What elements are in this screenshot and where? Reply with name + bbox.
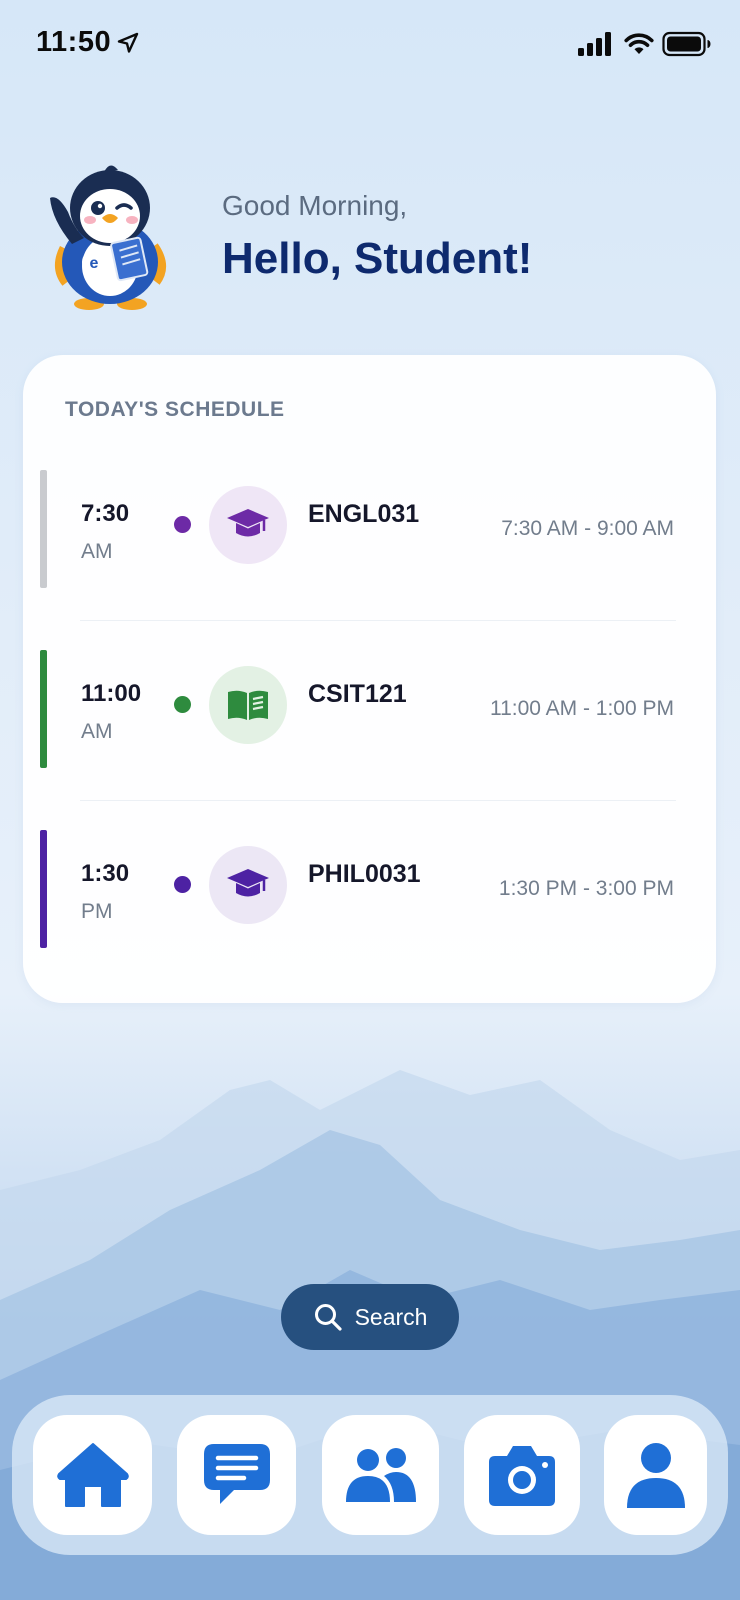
- camera-icon: [489, 1446, 555, 1506]
- wifi-icon: [624, 33, 654, 54]
- home-icon: [56, 1443, 129, 1507]
- status-dot: [174, 876, 191, 893]
- search-icon: [314, 1304, 342, 1331]
- course-icon-badge: [209, 486, 287, 564]
- schedule-item-time: 7:30: [81, 500, 130, 527]
- schedule-item-time: 11:00: [81, 680, 142, 707]
- schedule-title: TODAY'S SCHEDULE: [65, 398, 285, 421]
- schedule-item-range: 1:30 PM - 3:00 PM: [498, 877, 674, 900]
- status-bar: 11:50: [0, 0, 740, 90]
- schedule-item-accent-bar: [40, 650, 47, 768]
- status-time: 11:50: [36, 26, 112, 58]
- tab-people[interactable]: [322, 1415, 439, 1535]
- svg-text:e: e: [90, 255, 99, 272]
- people-icon: [345, 1448, 416, 1502]
- graduation-cap-icon: [227, 869, 269, 897]
- schedule-item-accent-bar: [40, 830, 47, 948]
- schedule-item-range: 7:30 AM - 9:00 AM: [501, 517, 674, 540]
- schedule-item-range: 11:00 AM - 1:00 PM: [489, 697, 674, 720]
- course-icon-badge: [209, 666, 287, 744]
- course-icon-badge: [209, 846, 287, 924]
- schedule-item-course: ENGL031: [308, 500, 420, 528]
- schedule-item-phil0031[interactable]: 1:30 PM PHIL0031 1:30 PM - 3:00 PM: [23, 830, 716, 948]
- schedule-item-csit121[interactable]: 11:00 AM CSIT121 11:00 AM - 1:00 PM: [23, 650, 716, 768]
- schedule-item-course: PHIL0031: [308, 860, 421, 888]
- greeting-subtitle: Good Morning,: [222, 190, 408, 221]
- open-book-icon: [228, 690, 268, 720]
- cellular-signal-icon: [578, 32, 611, 56]
- divider: [80, 620, 676, 621]
- profile-icon: [626, 1443, 685, 1508]
- schedule-item-course: CSIT121: [308, 680, 407, 708]
- tab-home[interactable]: [33, 1415, 152, 1535]
- schedule-item-period: AM: [81, 720, 113, 743]
- status-dot: [174, 516, 191, 533]
- chat-icon: [203, 1444, 270, 1504]
- search-label: Search: [354, 1303, 428, 1330]
- tab-camera[interactable]: [464, 1415, 580, 1535]
- location-arrow-icon: [117, 32, 139, 53]
- search-button[interactable]: Search: [281, 1284, 459, 1350]
- battery-icon: [662, 31, 711, 57]
- tab-profile[interactable]: [604, 1415, 707, 1535]
- schedule-item-accent-bar: [40, 470, 47, 588]
- schedule-item-time: 1:30: [81, 860, 130, 887]
- divider: [80, 800, 676, 801]
- status-dot: [174, 696, 191, 713]
- penguin-mascot-icon: e: [50, 165, 166, 310]
- tab-chat[interactable]: [177, 1415, 296, 1535]
- schedule-card: TODAY'S SCHEDULE 7:30 AM ENGL031 7:30 AM…: [23, 355, 716, 1003]
- tab-bar: [12, 1395, 728, 1555]
- schedule-item-period: AM: [81, 540, 113, 563]
- graduation-cap-icon: [227, 509, 269, 537]
- schedule-item-engl031[interactable]: 7:30 AM ENGL031 7:30 AM - 9:00 AM: [23, 470, 716, 588]
- greeting-title: Hello, Student!: [222, 234, 533, 283]
- schedule-item-period: PM: [81, 900, 113, 923]
